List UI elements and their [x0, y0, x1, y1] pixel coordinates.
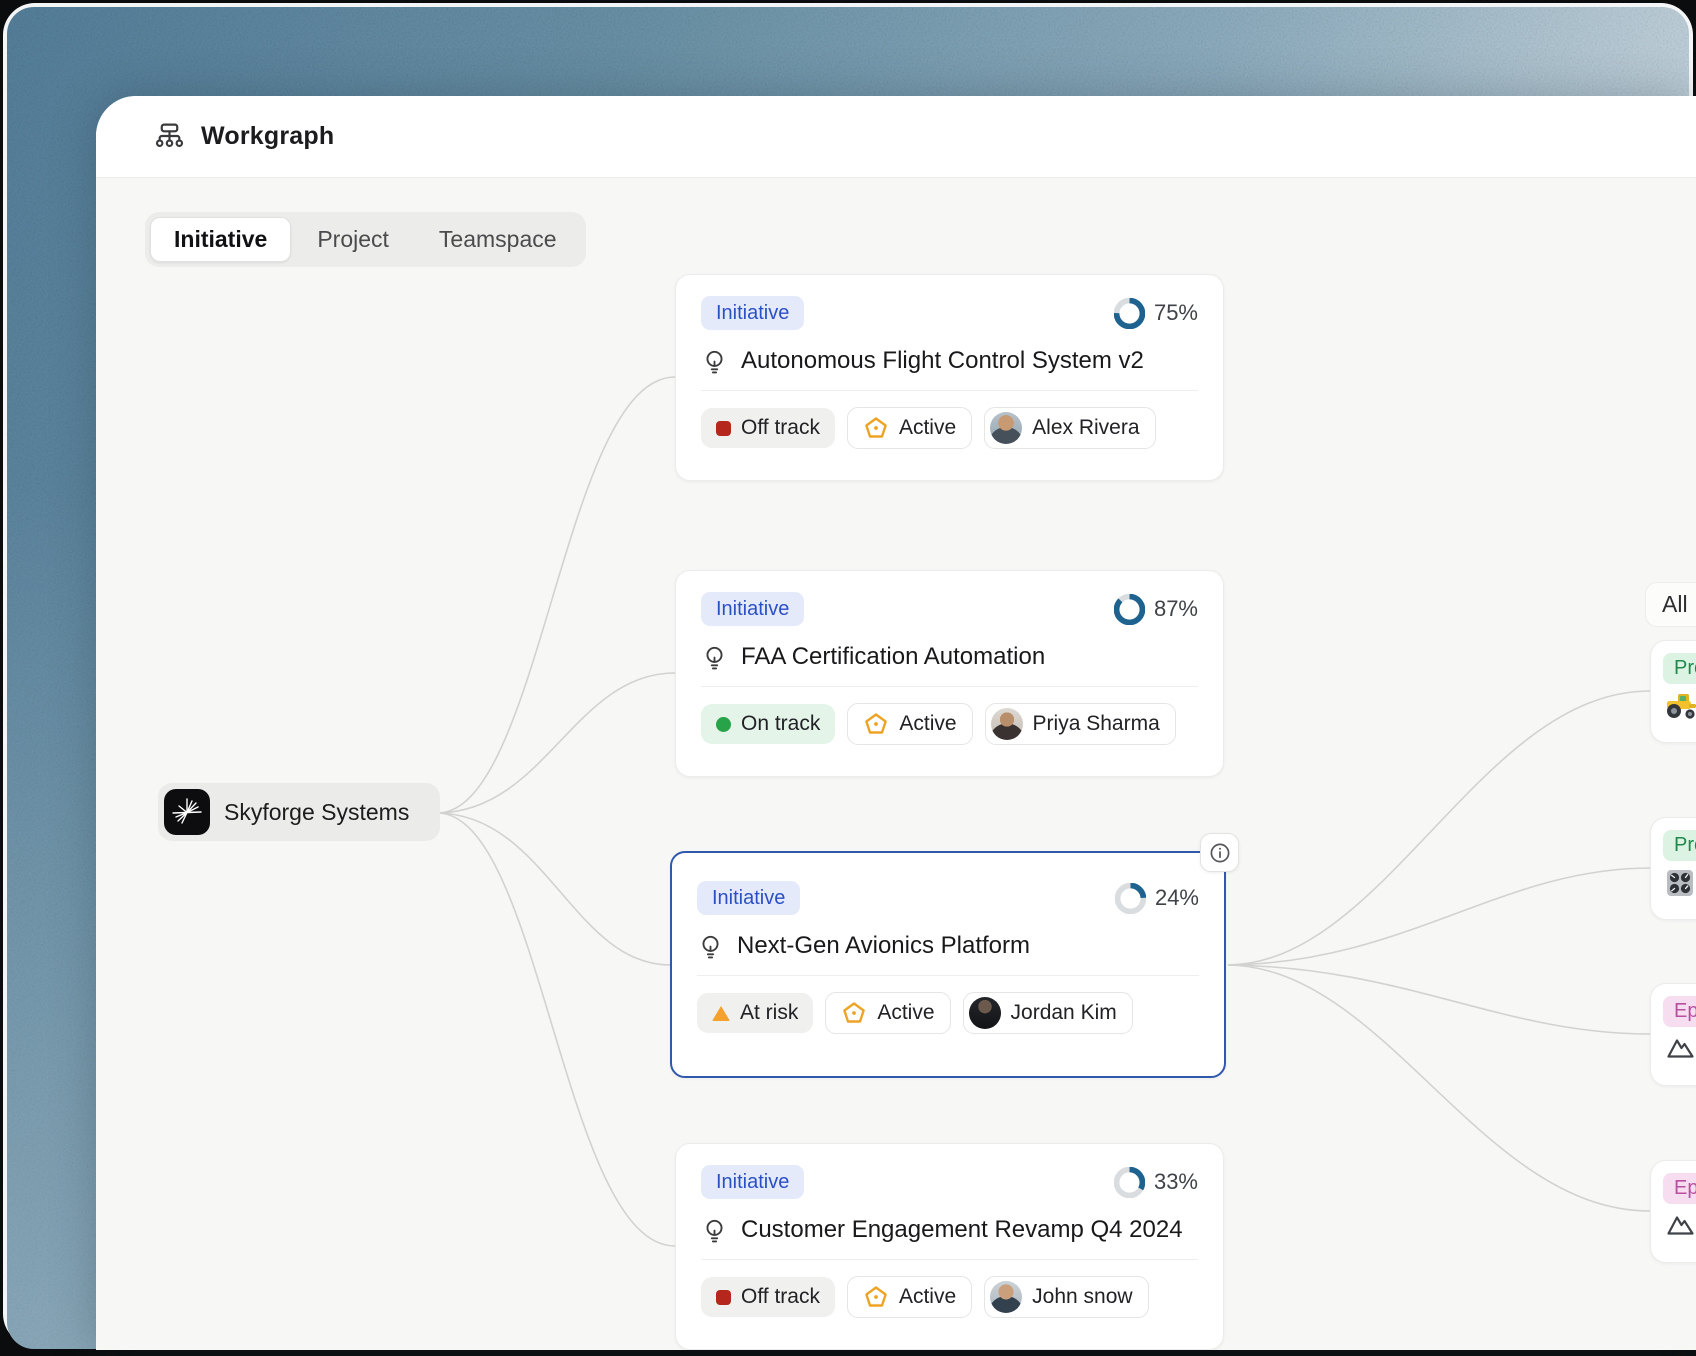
avatar: [969, 997, 1001, 1029]
workgraph-canvas: Workgraph Initiative Project Teamspace S…: [96, 96, 1696, 1350]
progress-indicator: 87%: [1114, 594, 1198, 625]
type-pill: Epic: [1663, 996, 1696, 1027]
status-badge[interactable]: Off track: [701, 1277, 835, 1316]
type-pill: Project: [1663, 830, 1696, 861]
root-node-skyforge[interactable]: Skyforge Systems: [158, 783, 440, 841]
pentagon-active-icon: [841, 1000, 867, 1026]
type-pill: Initiative: [697, 881, 800, 915]
screen: Workgraph Initiative Project Teamspace S…: [0, 0, 1696, 1356]
avatar: [991, 708, 1023, 740]
skyforge-logo: [164, 789, 210, 835]
lightbulb-icon: [697, 933, 724, 960]
progress-ring-icon: [1115, 883, 1146, 914]
owner-badge[interactable]: John snow: [984, 1276, 1148, 1318]
lightbulb-icon: [701, 1217, 728, 1244]
owner-badge[interactable]: Alex Rivera: [984, 407, 1155, 449]
filter-all-chip[interactable]: All: [1645, 582, 1696, 627]
card-title: FAA Certification Automation: [741, 643, 1045, 671]
type-pill: Project: [1663, 653, 1696, 684]
pentagon-active-icon: [863, 415, 889, 441]
status-badge[interactable]: On track: [701, 704, 835, 743]
info-icon: [1208, 841, 1232, 865]
info-button[interactable]: [1200, 833, 1239, 872]
progress-indicator: 33%: [1114, 1167, 1198, 1198]
card-divider: [701, 390, 1198, 391]
progress-indicator: 75%: [1114, 298, 1198, 329]
stage-badge[interactable]: Active: [847, 1276, 972, 1318]
initiative-card-selected[interactable]: Initiative 24% Next-Gen Avionics Platfor…: [670, 851, 1226, 1078]
app-header: Workgraph: [96, 96, 1696, 178]
control-knobs-icon: [1665, 868, 1696, 903]
at-risk-icon: [712, 1006, 730, 1021]
card-divider: [701, 686, 1198, 687]
epic-card[interactable]: Epic: [1650, 1160, 1696, 1263]
card-title: Customer Engagement Revamp Q4 2024: [741, 1216, 1183, 1244]
progress-ring-icon: [1114, 594, 1145, 625]
progress-label: 87%: [1154, 596, 1198, 622]
tractor-icon: [1665, 691, 1696, 726]
type-pill: Initiative: [701, 592, 804, 626]
tab-project[interactable]: Project: [293, 217, 413, 262]
project-card[interactable]: Project: [1650, 817, 1696, 920]
root-node-label: Skyforge Systems: [224, 799, 409, 826]
status-badge[interactable]: At risk: [697, 993, 813, 1032]
page-title: Workgraph: [201, 122, 334, 151]
lightbulb-icon: [701, 644, 728, 671]
initiative-card[interactable]: Initiative 33% Customer Engagement Revam…: [675, 1143, 1224, 1350]
pentagon-active-icon: [863, 711, 889, 737]
owner-badge[interactable]: Jordan Kim: [963, 992, 1133, 1034]
off-track-icon: [716, 1290, 731, 1305]
card-divider: [701, 1259, 1198, 1260]
stage-badge[interactable]: Active: [825, 992, 950, 1034]
workgraph-icon: [154, 121, 185, 152]
on-track-icon: [716, 717, 731, 732]
project-card[interactable]: Project: [1650, 640, 1696, 743]
avatar: [990, 1281, 1022, 1313]
type-pill: Initiative: [701, 1165, 804, 1199]
type-pill: Epic: [1663, 1173, 1696, 1204]
mountain-icon: [1665, 1034, 1696, 1065]
lightbulb-icon: [701, 348, 728, 375]
card-title: Autonomous Flight Control System v2: [741, 347, 1144, 375]
owner-badge[interactable]: Priya Sharma: [985, 703, 1176, 745]
pentagon-active-icon: [863, 1284, 889, 1310]
mountain-icon: [1665, 1211, 1696, 1242]
progress-label: 33%: [1154, 1169, 1198, 1195]
status-badge[interactable]: Off track: [701, 408, 835, 447]
view-tabs: Initiative Project Teamspace: [145, 212, 586, 267]
initiative-card[interactable]: Initiative 75% Autonomous Flight Control…: [675, 274, 1224, 481]
progress-label: 75%: [1154, 300, 1198, 326]
tab-teamspace[interactable]: Teamspace: [415, 217, 581, 262]
card-title: Next-Gen Avionics Platform: [737, 932, 1030, 960]
progress-indicator: 24%: [1115, 883, 1199, 914]
stage-badge[interactable]: Active: [847, 407, 972, 449]
progress-ring-icon: [1114, 298, 1145, 329]
progress-label: 24%: [1155, 885, 1199, 911]
card-divider: [697, 975, 1199, 976]
initiative-card[interactable]: Initiative 87% FAA Certification Automat…: [675, 570, 1224, 777]
progress-ring-icon: [1114, 1167, 1145, 1198]
avatar: [990, 412, 1022, 444]
tab-initiative[interactable]: Initiative: [150, 217, 291, 262]
off-track-icon: [716, 421, 731, 436]
type-pill: Initiative: [701, 296, 804, 330]
epic-card[interactable]: Epic: [1650, 983, 1696, 1086]
stage-badge[interactable]: Active: [847, 703, 972, 745]
